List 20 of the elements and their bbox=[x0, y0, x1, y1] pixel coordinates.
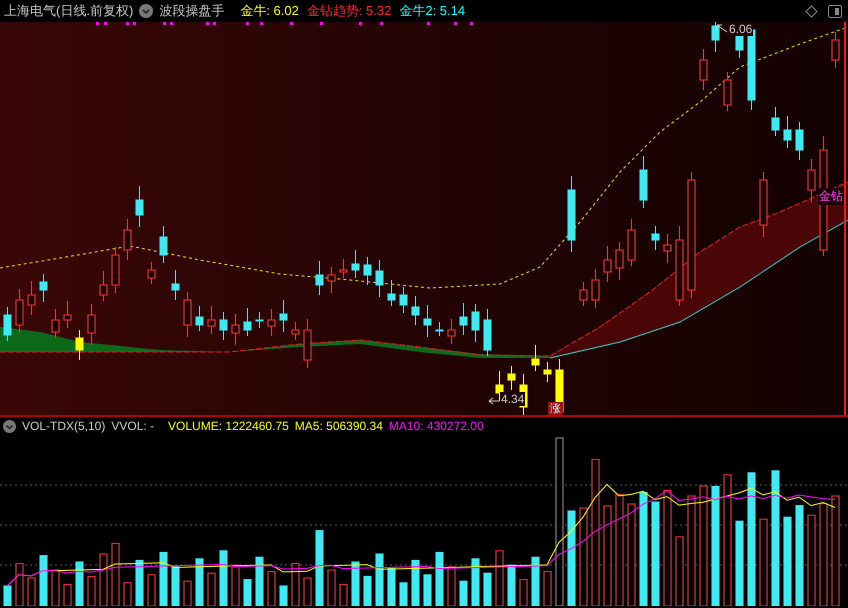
indicator-name[interactable]: 波段操盘手 bbox=[159, 2, 224, 20]
volume-value: MA5: 506390.34 bbox=[294, 419, 383, 433]
pointer-arrow-icon bbox=[716, 24, 728, 34]
high-price-label: 6.06 bbox=[728, 22, 754, 36]
stock-title: 上海电气(日线.前复权) bbox=[4, 2, 134, 20]
panel-toggle-icon[interactable] bbox=[828, 4, 842, 18]
volume-indicator-name[interactable]: VOL-TDX(5,10) bbox=[22, 419, 106, 433]
diamond-icon[interactable] bbox=[805, 4, 818, 18]
dropdown-icon[interactable] bbox=[3, 420, 16, 432]
signal-badge: 涨 bbox=[548, 402, 563, 416]
volume-value: MA10: 430272.00 bbox=[388, 419, 484, 433]
indicator-value: 金牛: 6.02 bbox=[240, 2, 299, 20]
low-price-label: 4.34 bbox=[500, 392, 526, 406]
vvol-label: VVOL: - bbox=[111, 419, 154, 433]
dropdown-icon[interactable] bbox=[139, 4, 154, 18]
indicator-value: 金牛2: 5.14 bbox=[399, 2, 466, 20]
line-label: 金钻 bbox=[818, 188, 844, 205]
indicator-value: 金钻趋势: 5.32 bbox=[306, 2, 392, 20]
pointer-arrow-icon bbox=[488, 397, 500, 405]
volume-value: VOLUME: 1222460.75 bbox=[168, 419, 289, 433]
